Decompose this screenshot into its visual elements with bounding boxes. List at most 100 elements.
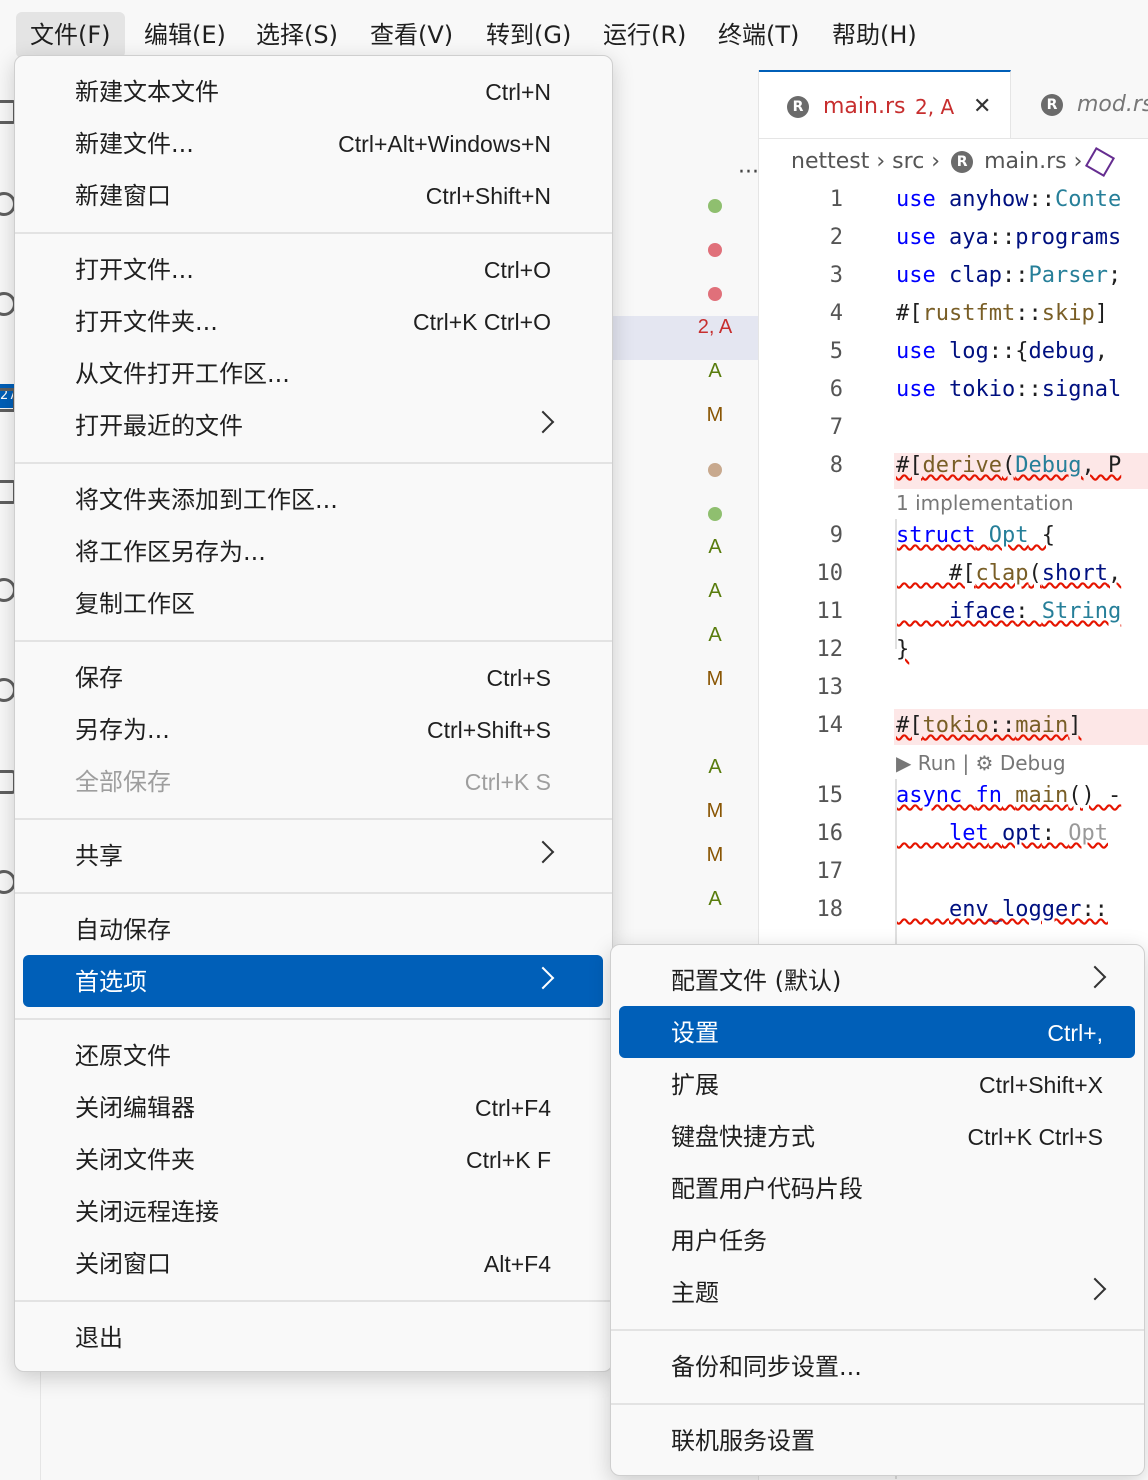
menu-view[interactable]: 查看(V) <box>356 12 467 58</box>
git-status-badge: A <box>708 360 722 382</box>
menu-item[interactable]: 保存 Ctrl+S <box>75 652 551 704</box>
chevron-right-icon <box>531 840 555 864</box>
menu-item-shortcut: Ctrl+S <box>486 665 551 691</box>
menu-item[interactable]: 设置 Ctrl+, <box>671 1007 1103 1059</box>
breadcrumb-src[interactable]: src <box>892 149 924 174</box>
menu-item-label: 关闭编辑器 <box>75 1094 195 1122</box>
git-status-badge: A <box>708 536 722 558</box>
menu-run[interactable]: 运行(R) <box>589 12 700 58</box>
menu-item[interactable]: 将工作区另存为... <box>75 526 551 578</box>
menu-item-label: 打开文件夹... <box>75 308 218 336</box>
code-line: use clap::Parser; <box>896 263 1122 288</box>
menu-separator <box>15 640 612 642</box>
menu-item[interactable]: 用户任务 <box>671 1215 1103 1267</box>
menu-item-shortcut: Ctrl+K S <box>464 769 551 795</box>
menu-item-label: 自动保存 <box>75 916 171 944</box>
menu-item[interactable]: 将文件夹添加到工作区... <box>75 474 551 526</box>
breadcrumb-folder[interactable]: nettest <box>791 149 869 174</box>
menu-go[interactable]: 转到(G) <box>472 12 585 58</box>
code-line: #[tokio::main] <box>896 713 1082 738</box>
code-lens-run-debug[interactable]: ▶ Run | ⚙ Debug <box>896 751 1066 775</box>
menu-item-label: 复制工作区 <box>75 590 195 618</box>
line-number: 8 <box>829 453 843 478</box>
rust-file-icon: R <box>1041 94 1063 116</box>
menu-item[interactable]: 打开文件... Ctrl+O <box>75 244 551 296</box>
menu-item-label: 新建文本文件 <box>75 78 219 106</box>
menu-item[interactable]: 备份和同步设置... <box>671 1341 1103 1393</box>
menu-item[interactable]: 共享 <box>75 830 555 882</box>
menu-item-shortcut: Ctrl+Shift+S <box>427 717 551 743</box>
line-number: 14 <box>816 713 844 738</box>
menu-edit[interactable]: 编辑(E) <box>130 12 240 58</box>
tab-main-rs[interactable]: R main.rs 2, A ✕ <box>759 70 1011 138</box>
editor-tabs: R main.rs 2, A ✕ R mod.rs <box>759 70 1148 139</box>
git-status-badge: M <box>706 800 724 822</box>
menu-help[interactable]: 帮助(H) <box>818 12 931 58</box>
menu-item[interactable]: 从文件打开工作区... <box>75 348 551 400</box>
symbol-module-icon <box>1085 146 1116 178</box>
git-status-badge: 2, A <box>697 316 733 338</box>
menu-item-shortcut: Ctrl+Shift+N <box>425 183 551 209</box>
menu-item[interactable]: 打开文件夹... Ctrl+K Ctrl+O <box>75 296 551 348</box>
rust-file-icon: R <box>951 151 974 173</box>
line-number: 6 <box>829 377 843 402</box>
breadcrumb-file[interactable]: main.rs <box>984 149 1066 174</box>
code-line: use tokio::signal <box>896 377 1122 402</box>
menu-item-shortcut: Ctrl+K Ctrl+O <box>412 309 551 335</box>
menu-separator <box>15 462 612 464</box>
menu-item-label: 联机服务设置 <box>671 1427 815 1455</box>
git-status-dot <box>690 240 740 263</box>
menu-item-label: 另存为... <box>75 716 170 744</box>
menu-item[interactable]: 新建窗口 Ctrl+Shift+N <box>75 170 551 222</box>
menu-item[interactable]: 关闭文件夹 Ctrl+K F <box>75 1134 551 1186</box>
menu-item[interactable]: 还原文件 <box>75 1030 551 1082</box>
code-line: use log::{debug, <box>896 339 1108 364</box>
menu-item[interactable]: 扩展 Ctrl+Shift+X <box>671 1059 1103 1111</box>
more-actions-icon[interactable]: ··· <box>738 160 759 185</box>
menu-terminal[interactable]: 终端(T) <box>704 12 813 58</box>
file-menu: 新建文本文件 Ctrl+N 新建文件... Ctrl+Alt+Windows+N 新建窗… <box>14 55 613 1372</box>
menu-item[interactable]: 配置用户代码片段 <box>671 1163 1103 1215</box>
menu-separator <box>15 1018 612 1020</box>
menu-item[interactable]: 退出 <box>75 1312 551 1364</box>
tab-title: main.rs <box>823 94 906 119</box>
menu-separator <box>15 1300 612 1302</box>
tab-mod-rs[interactable]: R mod.rs <box>1011 70 1148 138</box>
git-status-dot <box>690 284 740 307</box>
code-line: #[derive(Debug, P <box>896 453 1122 478</box>
menu-item[interactable]: 配置文件 (默认) <box>671 955 1107 1007</box>
menu-item[interactable]: 关闭编辑器 Ctrl+F4 <box>75 1082 551 1134</box>
menu-item[interactable]: 自动保存 <box>75 904 551 956</box>
menu-item[interactable]: 打开最近的文件 <box>75 400 555 452</box>
menu-item[interactable]: 联机服务设置 <box>671 1415 1103 1467</box>
menu-item-shortcut: Ctrl+Alt+Windows+N <box>338 131 551 157</box>
git-status-badge: A <box>708 888 722 910</box>
menu-item[interactable]: 首选项 <box>75 956 555 1008</box>
menu-item-label: 打开最近的文件 <box>75 412 243 440</box>
close-icon[interactable]: ✕ <box>973 72 991 142</box>
menu-item-shortcut: Alt+F4 <box>483 1251 551 1277</box>
git-status-badge: A <box>708 624 722 646</box>
code-line: #[clap(short, <box>896 561 1122 586</box>
menu-selection[interactable]: 选择(S) <box>242 12 352 58</box>
menu-separator <box>15 892 612 894</box>
menu-item[interactable]: 复制工作区 <box>75 578 551 630</box>
menu-item[interactable]: 关闭窗口 Alt+F4 <box>75 1238 551 1290</box>
menu-item[interactable]: 新建文件... Ctrl+Alt+Windows+N <box>75 118 551 170</box>
menu-item-label: 关闭窗口 <box>75 1250 171 1278</box>
code-line: env_logger:: <box>948 897 1108 922</box>
menu-file[interactable]: 文件(F) <box>16 12 125 58</box>
menu-item[interactable]: 键盘快捷方式 Ctrl+K Ctrl+S <box>671 1111 1103 1163</box>
menu-separator <box>611 1329 1144 1331</box>
menu-item[interactable]: 新建文本文件 Ctrl+N <box>75 66 551 118</box>
code-line: let opt: Opt <box>948 821 1108 846</box>
menu-item: 全部保存 Ctrl+K S <box>75 756 551 808</box>
menu-item[interactable]: 主题 <box>671 1267 1107 1319</box>
menu-item-label: 还原文件 <box>75 1042 171 1070</box>
code-lens-implementations[interactable]: 1 implementation <box>896 491 1074 515</box>
line-number: 11 <box>816 599 844 624</box>
menu-item[interactable]: 另存为... Ctrl+Shift+S <box>75 704 551 756</box>
tab-problem-count: 2, A <box>915 95 955 119</box>
code-line: } <box>896 637 910 662</box>
menu-item[interactable]: 关闭远程连接 <box>75 1186 551 1238</box>
